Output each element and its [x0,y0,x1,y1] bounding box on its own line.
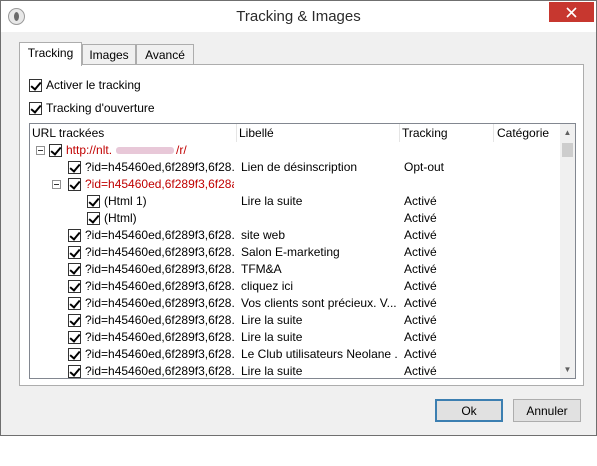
row-tracking: Activé [404,313,437,327]
activer-tracking-option[interactable]: Activer le tracking [29,78,141,92]
close-button[interactable] [549,2,594,22]
row-label: Salon E-marketing [241,245,340,259]
row-checkbox[interactable] [68,161,81,174]
row-label: TFM&A [241,262,282,276]
row-tracking: Activé [404,347,437,361]
row-tracking: Activé [404,296,437,310]
dialog-window: Tracking & Images Tracking Images Avancé… [0,0,597,436]
row-url: ?id=h45460ed,6f289f3,6f28... [85,296,234,310]
row-checkbox[interactable] [68,297,81,310]
tree-row[interactable]: ?id=h45460ed,6f289f3,6f28... Vos clients… [30,295,560,312]
row-url: ?id=h45460ed,6f289f3,6f28... [85,262,234,276]
row-checkbox[interactable] [68,365,81,378]
row-url: ?id=h45460ed,6f289f3,6f28a... [85,177,234,191]
scroll-down-icon[interactable]: ▼ [560,361,575,378]
window-title: Tracking & Images [236,8,361,25]
row-tracking: Activé [404,330,437,344]
tab-avance[interactable]: Avancé [136,44,194,65]
tree-row[interactable]: ?id=h45460ed,6f289f3,6f28... Lire la suit… [30,363,560,378]
scrollbar-thumb[interactable] [562,143,573,157]
row-tracking: Activé [404,279,437,293]
ok-button[interactable]: Ok [435,399,503,422]
row-label: Lire la suite [241,313,303,327]
column-tracking[interactable]: Tracking [402,126,448,140]
row-url: ?id=h45460ed,6f289f3,6f28... [85,228,234,242]
row-tracking: Opt-out [404,160,445,174]
row-label: Lire la suite [241,330,303,344]
row-checkbox[interactable] [87,195,100,208]
row-checkbox[interactable] [68,314,81,327]
column-url[interactable]: URL trackées [32,126,104,140]
cancel-button[interactable]: Annuler [513,399,581,422]
tree-row[interactable]: (Html) Activé [30,210,560,227]
row-url: ?id=h45460ed,6f289f3,6f28... [85,347,234,361]
column-divider[interactable] [399,124,400,142]
column-divider[interactable] [236,124,237,142]
row-checkbox[interactable] [68,246,81,259]
column-label[interactable]: Libellé [239,126,274,140]
redacted-domain [116,147,174,154]
row-label: Lire la suite [241,194,303,208]
tree-row[interactable]: (Html 1) Lire la suite Activé [30,193,560,210]
collapse-icon[interactable] [36,146,45,155]
tree-rows: http://nlt./r/?id=h45460ed,6f289f3,6f28.… [30,142,560,378]
tree-row[interactable]: ?id=h45460ed,6f289f3,6f28... site web Acti… [30,227,560,244]
row-url: ?id=h45460ed,6f289f3,6f28... [85,330,234,344]
row-label: Lire la suite [241,364,303,378]
row-tracking: Activé [404,211,437,225]
row-checkbox[interactable] [68,263,81,276]
row-url: ?id=h45460ed,6f289f3,6f28... [85,313,234,327]
tracking-ouverture-checkbox[interactable] [29,101,42,115]
row-url: ?id=h45460ed,6f289f3,6f28... [85,364,234,378]
tracking-ouverture-label: Tracking d'ouverture [46,101,155,115]
tab-tracking[interactable]: Tracking [19,42,82,66]
column-divider[interactable] [493,124,494,142]
row-tracking: Activé [404,262,437,276]
tree-row[interactable]: ?id=h45460ed,6f289f3,6f28... Le Club util… [30,346,560,363]
tab-images[interactable]: Images [82,44,136,65]
tree-row[interactable]: ?id=h45460ed,6f289f3,6f28... Lire la suit… [30,312,560,329]
row-checkbox[interactable] [68,331,81,344]
row-tracking: Activé [404,364,437,378]
collapse-icon[interactable] [52,180,61,189]
row-label: Vos clients sont précieux. V... [241,296,397,310]
row-checkbox[interactable] [68,178,81,191]
row-label: cliquez ici [241,279,294,293]
tree-row[interactable]: ?id=h45460ed,6f289f3,6f28... cliquez ici A… [30,278,560,295]
row-url: ?id=h45460ed,6f289f3,6f28... [85,279,234,293]
row-tracking: Activé [404,228,437,242]
scroll-up-icon[interactable]: ▲ [560,124,575,141]
row-tracking: Activé [404,194,437,208]
tree-row[interactable]: http://nlt./r/ [30,142,560,159]
activer-tracking-checkbox[interactable] [29,78,42,92]
title-bar: Tracking & Images [1,1,596,32]
tree-row[interactable]: ?id=h45460ed,6f289f3,6f28... TFM&A Activé [30,261,560,278]
row-checkbox[interactable] [87,212,100,225]
row-label: Le Club utilisateurs Neolane ... [241,347,397,361]
row-checkbox[interactable] [68,229,81,242]
row-url: ?id=h45460ed,6f289f3,6f28... [85,160,234,174]
row-label: Lien de désinscription [241,160,358,174]
tree-header: URL trackées Libellé Tracking Catégorie [30,124,560,142]
tree-row[interactable]: ?id=h45460ed,6f289f3,6f28a... [30,176,560,193]
tree-row[interactable]: ?id=h45460ed,6f289f3,6f28... Lire la suit… [30,329,560,346]
row-tracking: Activé [404,245,437,259]
tracking-ouverture-option[interactable]: Tracking d'ouverture [29,101,155,115]
row-checkbox[interactable] [68,348,81,361]
row-url: ?id=h45460ed,6f289f3,6f28... [85,245,234,259]
row-url-suffix: /r/ [176,143,187,157]
activer-tracking-label: Activer le tracking [46,78,141,92]
url-tree[interactable]: URL trackées Libellé Tracking Catégorie … [29,123,576,379]
tracking-panel: Activer le tracking Tracking d'ouverture… [19,64,584,386]
close-icon [566,6,577,18]
vertical-scrollbar[interactable]: ▲ ▼ [560,124,575,378]
tree-row[interactable]: ?id=h45460ed,6f289f3,6f28... Lien de dési… [30,159,560,176]
row-checkbox[interactable] [49,144,62,157]
row-url: (Html 1) [104,194,147,208]
row-checkbox[interactable] [68,280,81,293]
tree-row[interactable]: ?id=h45460ed,6f289f3,6f28... Salon E-mark… [30,244,560,261]
column-category[interactable]: Catégorie [497,126,549,140]
row-url: (Html) [104,211,137,225]
row-label: site web [241,228,286,242]
